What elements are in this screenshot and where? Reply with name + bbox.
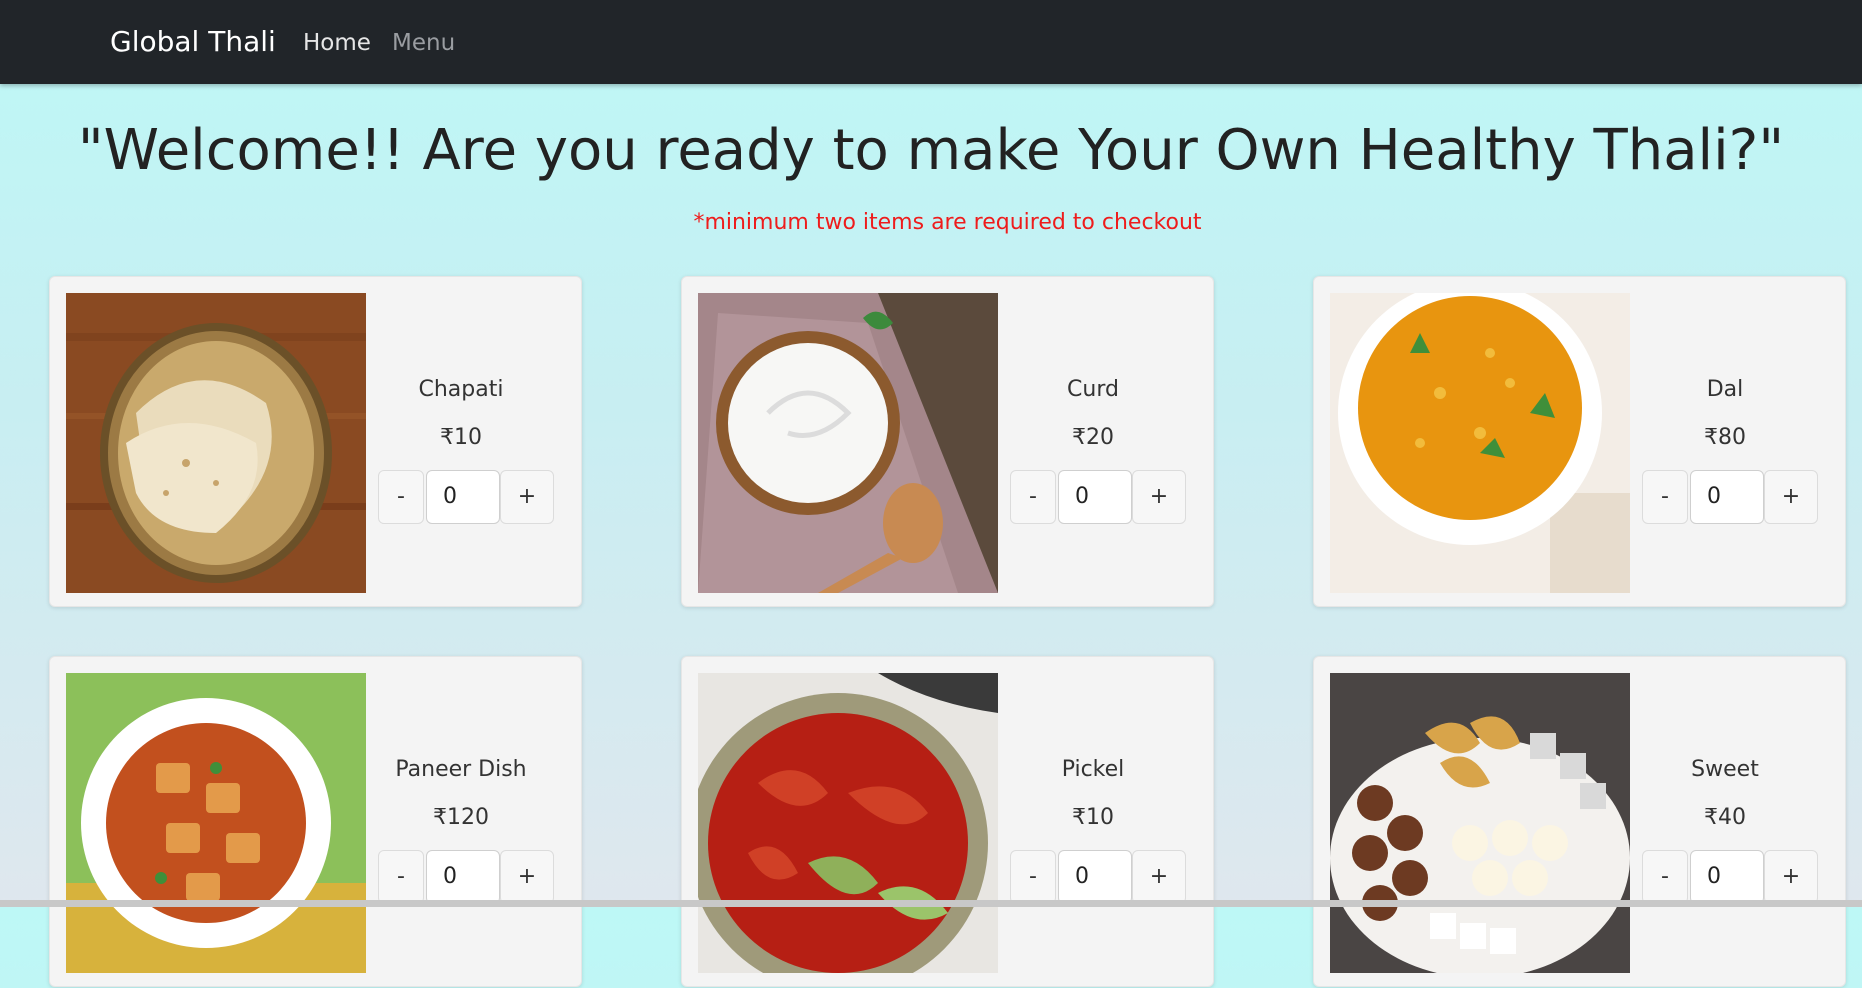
sweet-image: [1330, 673, 1630, 973]
item-name: Sweet: [1691, 757, 1759, 782]
horizontal-scrollbar[interactable]: [0, 900, 1862, 907]
quantity-stepper: - 0 +: [1010, 470, 1186, 526]
increase-button[interactable]: +: [500, 850, 554, 904]
quantity-input[interactable]: 0: [1690, 850, 1764, 904]
item-price: ₹20: [1072, 425, 1114, 450]
item-price: ₹40: [1704, 805, 1746, 830]
increase-button[interactable]: +: [1764, 850, 1818, 904]
nav-home-link[interactable]: Home: [303, 30, 371, 56]
food-card-chapati: Chapati ₹10 - 0 +: [49, 276, 582, 607]
quantity-input[interactable]: 0: [426, 470, 500, 524]
quantity-stepper: - 0 +: [1642, 850, 1818, 906]
top-navbar: Global Thali Home Menu: [0, 0, 1862, 84]
decrease-button[interactable]: -: [1010, 850, 1056, 904]
food-card-curd: Curd ₹20 - 0 +: [681, 276, 1214, 607]
quantity-stepper: - 0 +: [378, 470, 554, 526]
paneer-image: [66, 673, 366, 973]
page-title: "Welcome!! Are you ready to make Your Ow…: [77, 118, 1785, 183]
item-price: ₹120: [433, 805, 489, 830]
decrease-button[interactable]: -: [1642, 470, 1688, 524]
pickle-image: [698, 673, 998, 973]
increase-button[interactable]: +: [500, 470, 554, 524]
quantity-input[interactable]: 0: [1058, 850, 1132, 904]
item-name: Paneer Dish: [395, 757, 527, 782]
quantity-stepper: - 0 +: [1010, 850, 1186, 906]
decrease-button[interactable]: -: [378, 470, 424, 524]
checkout-note: *minimum two items are required to check…: [693, 210, 1202, 235]
increase-button[interactable]: +: [1764, 470, 1818, 524]
dal-image: [1330, 293, 1630, 593]
food-card-sweet: Sweet ₹40 - 0 +: [1313, 656, 1846, 987]
nav-menu-link[interactable]: Menu: [392, 30, 455, 56]
item-price: ₹10: [1072, 805, 1114, 830]
item-price: ₹10: [440, 425, 482, 450]
item-name: Curd: [1067, 377, 1119, 402]
increase-button[interactable]: +: [1132, 850, 1186, 904]
quantity-stepper: - 0 +: [378, 850, 554, 906]
quantity-input[interactable]: 0: [1690, 470, 1764, 524]
curd-image: [698, 293, 998, 593]
item-name: Pickel: [1061, 757, 1125, 782]
decrease-button[interactable]: -: [1010, 470, 1056, 524]
increase-button[interactable]: +: [1132, 470, 1186, 524]
item-price: ₹80: [1704, 425, 1746, 450]
item-name: Chapati: [418, 377, 504, 402]
quantity-stepper: - 0 +: [1642, 470, 1818, 526]
chapati-image: [66, 293, 366, 593]
decrease-button[interactable]: -: [378, 850, 424, 904]
brand-logo[interactable]: Global Thali: [110, 25, 276, 58]
quantity-input[interactable]: 0: [1058, 470, 1132, 524]
food-card-pickel: Pickel ₹10 - 0 +: [681, 656, 1214, 987]
food-card-paneer-dish: Paneer Dish ₹120 - 0 +: [49, 656, 582, 987]
item-name: Dal: [1706, 377, 1744, 402]
quantity-input[interactable]: 0: [426, 850, 500, 904]
decrease-button[interactable]: -: [1642, 850, 1688, 904]
food-card-dal: Dal ₹80 - 0 +: [1313, 276, 1846, 607]
